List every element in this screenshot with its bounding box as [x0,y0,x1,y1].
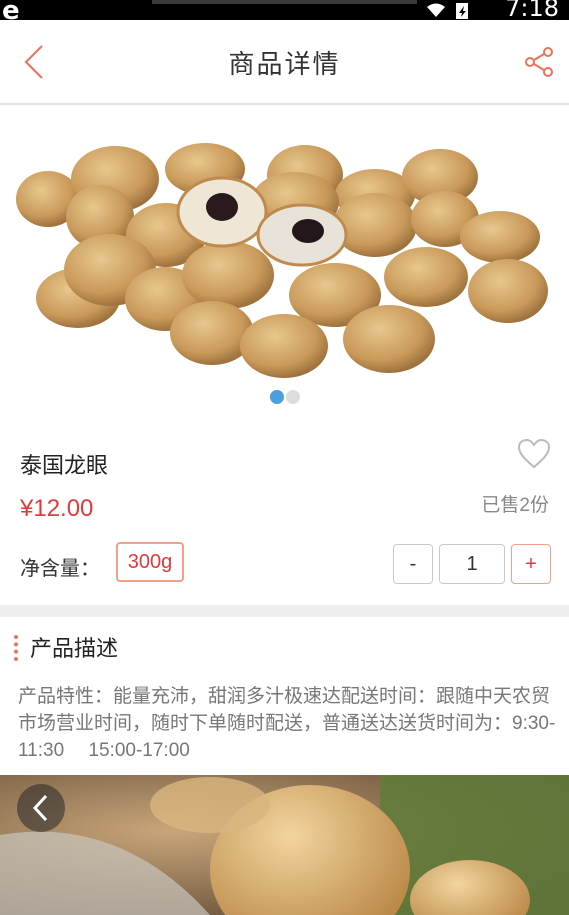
battery-icon [456,3,468,19]
carousel-dot-active[interactable] [269,390,284,404]
net-content-label: 净含量： [20,558,100,580]
detail-image [0,775,569,915]
status-icons [425,0,469,20]
quantity-input[interactable]: 1 [439,544,505,584]
product-description: 产品描述 产品特性：能量充沛，甜润多汁极速达配送时间：跟随中天农贸市场营业时间，… [0,617,569,775]
favorite-heart-icon[interactable] [517,438,551,470]
wifi-icon [427,3,445,17]
section-divider [0,605,569,617]
detail-photo [0,775,569,915]
increase-quantity-button[interactable]: + [511,544,551,584]
quantity-stepper: - 1 + [393,544,551,584]
decrease-quantity-button[interactable]: - [393,544,433,584]
status-bar: e 7:18 [0,0,569,26]
carousel-indicator [0,390,569,404]
notch [152,0,417,4]
share-button[interactable] [523,46,555,78]
product-name: 泰国龙眼 [20,453,109,478]
app-header: 商品详情 [0,20,569,105]
image-back-button[interactable] [17,784,65,832]
chevron-left-icon [32,794,48,822]
section-marker [14,635,18,661]
net-content-option[interactable]: 300g [116,542,184,582]
page-title: 商品详情 [228,49,341,79]
product-image-carousel[interactable] [0,107,569,420]
product-price: ¥12.00 [20,495,94,522]
sold-count: 已售2份 [481,495,549,516]
product-info: 泰国龙眼 ¥12.00 已售2份 净含量： 300g - 1 + [0,420,569,605]
product-image [16,143,548,378]
carousel-dot[interactable] [285,390,300,404]
description-heading: 产品描述 [30,636,119,661]
description-text: 产品特性：能量充沛，甜润多汁极速达配送时间：跟随中天农贸市场营业时间，随时下单随… [18,686,556,761]
clock: 7:18 [505,0,559,22]
